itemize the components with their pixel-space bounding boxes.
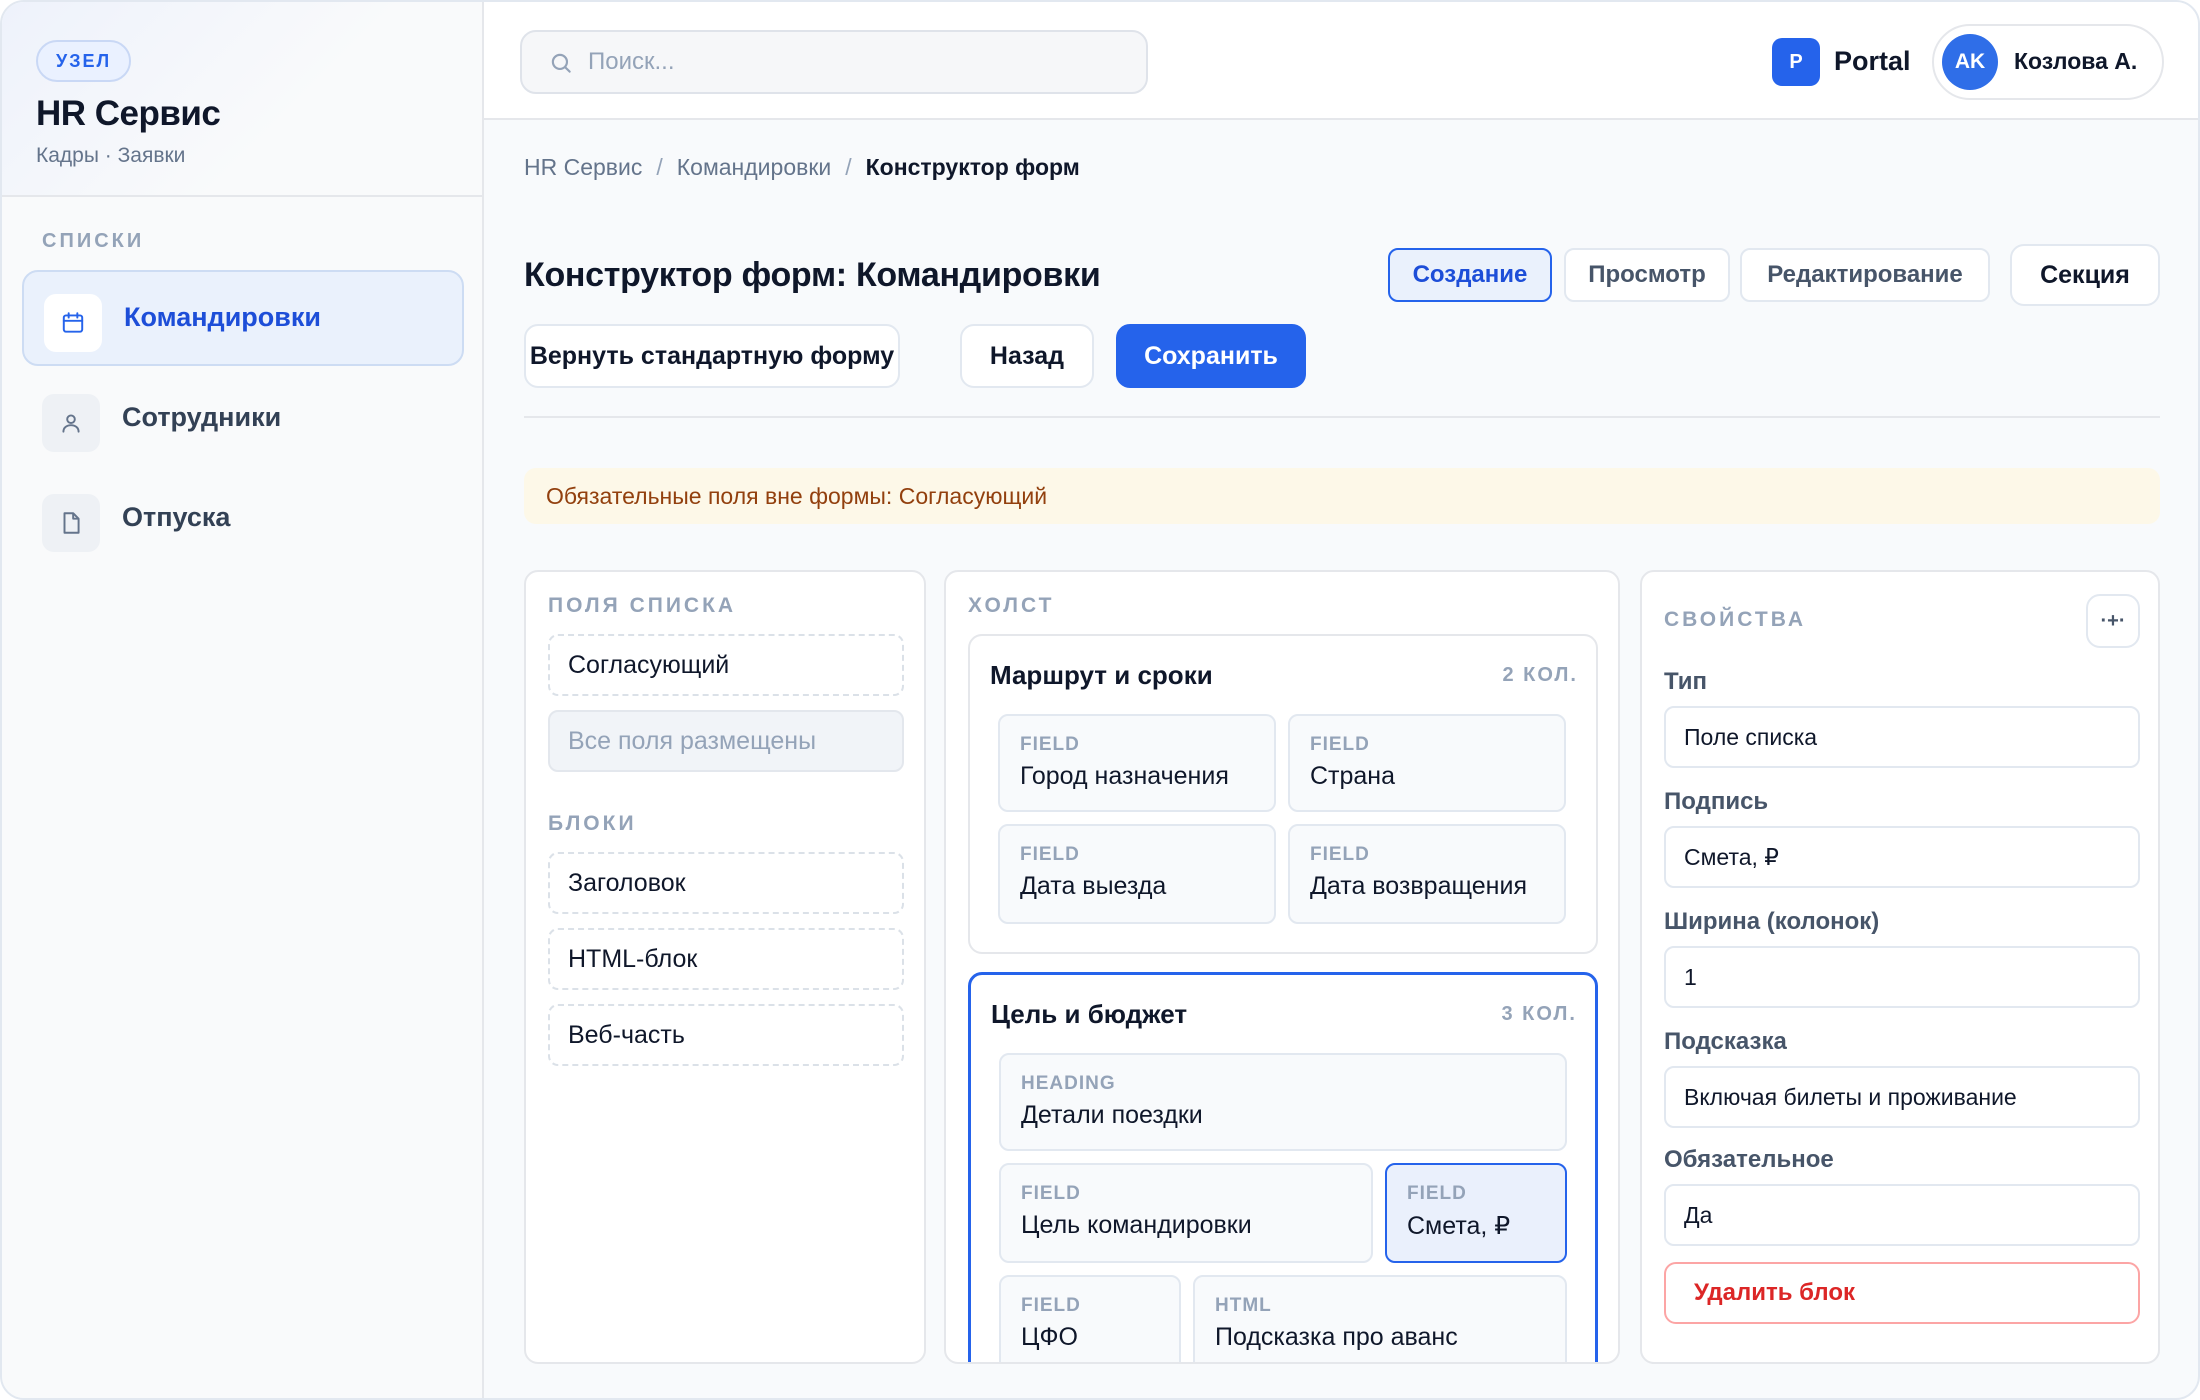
site-badge: УЗЕЛ (36, 40, 132, 82)
property-label: Тип (1664, 668, 1707, 695)
required-field[interactable]: Да (1664, 1184, 2140, 1246)
cell-kind: FIELD (1310, 844, 1370, 865)
cell-kind: FIELD (1407, 1183, 1467, 1204)
section-title: Маршрут и сроки (990, 660, 1213, 690)
form-cell[interactable]: FIELD Дата выезда (998, 824, 1276, 924)
section-title: Цель и бюджет (991, 999, 1188, 1029)
width-field[interactable]: 1 (1664, 946, 2140, 1008)
divider (524, 416, 2160, 418)
hint-field[interactable]: Включая билеты и проживание (1664, 1066, 2140, 1128)
palette-block-item[interactable]: Заголовок (548, 852, 904, 914)
cell-label: Смета, ₽ (1407, 1212, 1511, 1240)
cell-kind: FIELD (1021, 1295, 1081, 1316)
cell-label: Цель командировки (1021, 1211, 1252, 1239)
type-field[interactable]: Поле списка (1664, 706, 2140, 768)
reset-form-button[interactable]: Вернуть стандартную форму (524, 324, 900, 388)
sidebar-item-vacations[interactable]: Отпуска (22, 472, 464, 568)
cell-label: Подсказка про аванс (1215, 1323, 1458, 1351)
form-cell[interactable]: HTML Подсказка про аванс (1193, 1275, 1567, 1362)
canvas-panel: ХОЛСТ Маршрут и сроки 2 КОЛ. FIELD Город… (944, 570, 1620, 1364)
property-label: Подсказка (1664, 1028, 1787, 1055)
form-cell[interactable]: FIELD Страна (1288, 714, 1566, 812)
sidebar-item-label: Отпуска (122, 502, 231, 532)
sidebar-item-employees[interactable]: Сотрудники (22, 372, 464, 468)
cell-label: Дата возвращения (1310, 872, 1527, 900)
breadcrumb-item-site[interactable]: HR Сервис (524, 154, 642, 181)
cell-label: Город назначения (1020, 762, 1229, 790)
document-icon (42, 494, 100, 552)
cell-kind: FIELD (1021, 1183, 1081, 1204)
breadcrumb-item-current: Конструктор форм (865, 154, 1080, 180)
palette-field-item[interactable]: Согласующий (548, 634, 904, 696)
cell-label: ЦФО (1021, 1323, 1078, 1351)
palette-panel: ПОЛЯ СПИСКА Согласующий Все поля размеще… (524, 570, 926, 1364)
form-cell[interactable]: HEADING Детали поездки (999, 1053, 1567, 1151)
search-icon (548, 50, 574, 81)
breadcrumb-separator: / (656, 154, 663, 180)
cell-kind: FIELD (1020, 844, 1080, 865)
sidebar-item-label: Сотрудники (122, 402, 282, 432)
user-icon (42, 394, 100, 452)
add-section-button[interactable]: Секция (2010, 244, 2160, 306)
calendar-icon (44, 294, 102, 352)
property-label: Подпись (1664, 788, 1769, 815)
app-window: УЗЕЛ HR Сервис Кадры · Заявки СПИСКИ Ком… (0, 0, 2200, 1400)
save-button[interactable]: Сохранить (1116, 324, 1306, 388)
property-label: Обязательное (1664, 1146, 1834, 1173)
breadcrumb-item-list[interactable]: Командировки (677, 154, 831, 181)
panel-heading: СВОЙСТВА (1664, 608, 1806, 631)
breadcrumb: HR Сервис / Командировки / Конструктор ф… (524, 154, 1080, 181)
page-title: Конструктор форм: Командировки (524, 256, 1101, 294)
add-property-icon[interactable]: ·+· (2086, 594, 2140, 648)
top-bar: P Portal AK Козлова А. (484, 2, 2198, 120)
site-title: HR Сервис (36, 94, 221, 133)
portal-logo: P (1772, 38, 1820, 86)
form-section-selected[interactable]: Цель и бюджет 3 КОЛ. HEADING Детали поез… (968, 972, 1598, 1362)
palette-block-item[interactable]: HTML-блок (548, 928, 904, 990)
cell-kind: FIELD (1310, 734, 1370, 755)
sidebar-item-business-trips[interactable]: Командировки (22, 270, 464, 366)
cell-kind: HTML (1215, 1295, 1272, 1316)
search-input[interactable] (588, 44, 1128, 80)
palette-empty-note: Все поля размещены (548, 710, 904, 772)
properties-panel: СВОЙСТВА ·+· Тип Поле списка Подпись Сме… (1640, 570, 2160, 1364)
section-columns: 3 КОЛ. (1501, 1003, 1577, 1025)
portal-name[interactable]: Portal (1834, 46, 1911, 77)
nav-section-label: СПИСКИ (42, 230, 145, 252)
site-header: УЗЕЛ HR Сервис Кадры · Заявки (2, 2, 482, 197)
search-box[interactable] (520, 30, 1148, 94)
avatar: AK (1942, 34, 1998, 90)
section-columns: 2 КОЛ. (1502, 664, 1578, 686)
panel-heading: ПОЛЯ СПИСКА (548, 594, 737, 617)
tab-view[interactable]: Просмотр (1564, 248, 1730, 302)
cell-kind: HEADING (1021, 1073, 1116, 1094)
property-label: Ширина (колонок) (1664, 908, 1880, 935)
tab-create[interactable]: Создание (1388, 248, 1552, 302)
user-name: Козлова А. (2014, 48, 2138, 74)
form-section[interactable]: Маршрут и сроки 2 КОЛ. FIELD Город назна… (968, 634, 1598, 954)
form-cell[interactable]: FIELD ЦФО (999, 1275, 1181, 1362)
tab-edit[interactable]: Редактирование (1740, 248, 1990, 302)
cell-label: Детали поездки (1021, 1101, 1203, 1129)
delete-block-button[interactable]: Удалить блок (1664, 1262, 2140, 1324)
warning-banner: Обязательные поля вне формы: Согласующий (524, 468, 2160, 524)
form-cell-selected[interactable]: FIELD Смета, ₽ (1385, 1163, 1567, 1263)
sidebar: УЗЕЛ HR Сервис Кадры · Заявки СПИСКИ Ком… (2, 2, 484, 1398)
form-cell[interactable]: FIELD Цель командировки (999, 1163, 1373, 1263)
breadcrumb-separator: / (845, 154, 852, 180)
user-menu[interactable]: AK Козлова А. (1932, 24, 2164, 100)
panel-heading: ХОЛСТ (968, 594, 1055, 617)
back-button[interactable]: Назад (960, 324, 1094, 388)
palette-block-item[interactable]: Веб-часть (548, 1004, 904, 1066)
cell-label: Страна (1310, 762, 1396, 790)
form-cell[interactable]: FIELD Дата возвращения (1288, 824, 1566, 924)
panel-heading: БЛОКИ (548, 812, 637, 835)
form-cell[interactable]: FIELD Город назначения (998, 714, 1276, 812)
cell-label: Дата выезда (1020, 872, 1167, 900)
cell-kind: FIELD (1020, 734, 1080, 755)
caption-field[interactable]: Смета, ₽ (1664, 826, 2140, 888)
site-subtitle: Кадры · Заявки (36, 144, 186, 167)
sidebar-item-label: Командировки (124, 302, 321, 332)
